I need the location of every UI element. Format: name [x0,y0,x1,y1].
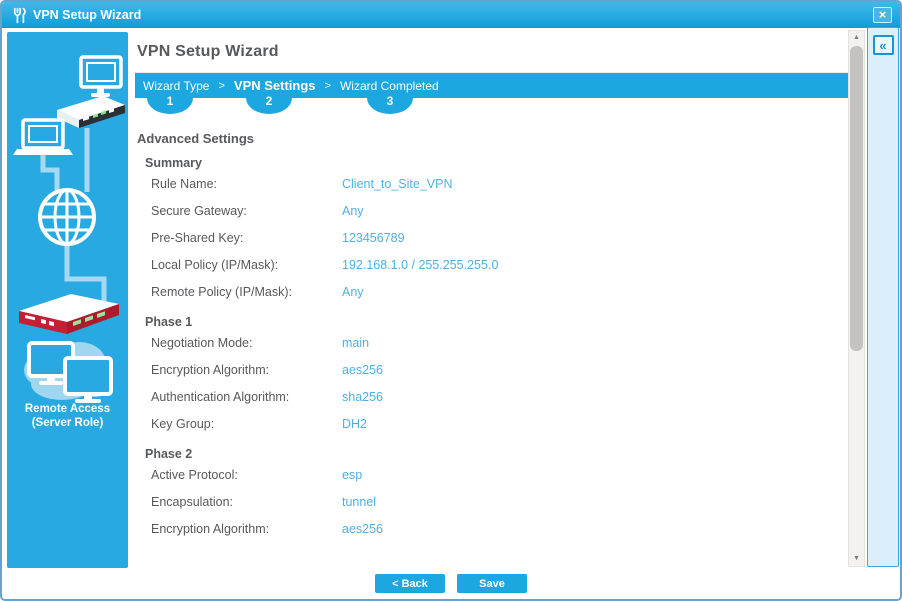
field-label: Remote Policy (IP/Mask): [151,285,342,299]
field-value: esp [342,468,362,482]
field-value: Client_to_Site_VPN [342,177,452,191]
field-value: aes256 [342,363,383,377]
field-value: sha256 [342,390,383,404]
phase1-group: Phase 1 Negotiation Mode: main Encryptio… [135,315,848,437]
sidebar-caption-line1: Remote Access [7,402,128,416]
field-value: 123456789 [342,231,405,245]
scrollbar-thumb[interactable] [850,46,863,351]
vertical-scrollbar[interactable]: ▲ ▼ [848,30,865,567]
breadcrumb-separator: > [325,80,331,92]
titlebar: VPN Setup Wizard × [2,2,900,28]
field-label: Local Policy (IP/Mask): [151,258,342,272]
group-heading-summary: Summary [145,156,848,170]
vpn-setup-wizard-window: VPN Setup Wizard × [0,0,902,601]
field-value: aes256 [342,522,383,536]
internet-globe-icon [40,190,94,244]
scroll-up-icon[interactable]: ▲ [849,31,864,45]
breadcrumb-step-wizard-completed: Wizard Completed [340,79,439,93]
page-title: VPN Setup Wizard [137,40,848,64]
remote-access-cloud-icon [24,342,113,403]
field-value: Any [342,204,364,218]
summary-group: Summary Rule Name: Client_to_Site_VPN Se… [135,156,848,305]
desktop-monitor-icon [81,57,121,97]
field-value: Any [342,285,364,299]
field-row: Key Group: DH2 [135,410,848,437]
footer-bar: < Back Save [2,568,900,599]
field-row: Pre-Shared Key: 123456789 [135,224,848,251]
field-row: Negotiation Mode: main [135,329,848,356]
field-value: tunnel [342,495,376,509]
field-row: Remote Policy (IP/Mask): Any [135,278,848,305]
field-value: DH2 [342,417,367,431]
sidebar-topology-panel: Remote Access (Server Role) [7,32,128,568]
field-label: Pre-Shared Key: [151,231,342,245]
field-label: Rule Name: [151,177,342,191]
step-indicator-1: 1 [147,98,193,114]
field-label: Encapsulation: [151,495,342,509]
breadcrumb: Wizard Type > VPN Settings > Wizard Comp… [135,72,848,115]
field-label: Secure Gateway: [151,204,342,218]
group-heading-phase1: Phase 1 [145,315,848,329]
switch-icon [57,96,125,128]
field-row: Local Policy (IP/Mask): 192.168.1.0 / 25… [135,251,848,278]
laptop-icon [13,120,73,155]
close-icon[interactable]: × [873,7,892,23]
field-row: Encryption Algorithm: aes256 [135,515,848,542]
field-row: Encapsulation: tunnel [135,488,848,515]
sidebar-caption: Remote Access (Server Role) [7,402,128,430]
back-button[interactable]: < Back [375,574,445,593]
group-heading-phase2: Phase 2 [145,447,848,461]
field-label: Encryption Algorithm: [151,363,342,377]
scroll-down-icon[interactable]: ▼ [849,552,864,566]
wizard-content: VPN Setup Wizard Wizard Type > VPN Setti… [135,30,848,568]
field-label: Authentication Algorithm: [151,390,342,404]
collapse-panel-icon[interactable]: « [873,35,894,55]
save-button[interactable]: Save [457,574,527,593]
sidebar-caption-line2: (Server Role) [7,416,128,430]
field-row: Encryption Algorithm: aes256 [135,356,848,383]
breadcrumb-step-vpn-settings: VPN Settings [234,78,316,93]
field-value: 192.168.1.0 / 255.255.255.0 [342,258,498,272]
step-indicator-3: 3 [367,98,413,114]
field-value: main [342,336,369,350]
breadcrumb-separator: > [218,80,224,92]
field-row: Secure Gateway: Any [135,197,848,224]
section-title: Advanced Settings [137,131,848,146]
network-topology-illustration [7,32,128,568]
field-label: Key Group: [151,417,342,431]
phase2-group: Phase 2 Active Protocol: esp Encapsulati… [135,447,848,542]
field-label: Negotiation Mode: [151,336,342,350]
step-indicator-2: 2 [246,98,292,114]
window-title: VPN Setup Wizard [33,8,873,22]
wizard-tools-icon [10,7,27,24]
breadcrumb-bar: Wizard Type > VPN Settings > Wizard Comp… [135,73,848,98]
field-row: Authentication Algorithm: sha256 [135,383,848,410]
field-row: Active Protocol: esp [135,461,848,488]
breadcrumb-step-wizard-type: Wizard Type [143,79,209,93]
step-indicator-row: 1 2 3 [135,98,848,115]
collapsed-side-panel: « [867,27,899,567]
field-row: Rule Name: Client_to_Site_VPN [135,170,848,197]
field-label: Encryption Algorithm: [151,522,342,536]
field-label: Active Protocol: [151,468,342,482]
